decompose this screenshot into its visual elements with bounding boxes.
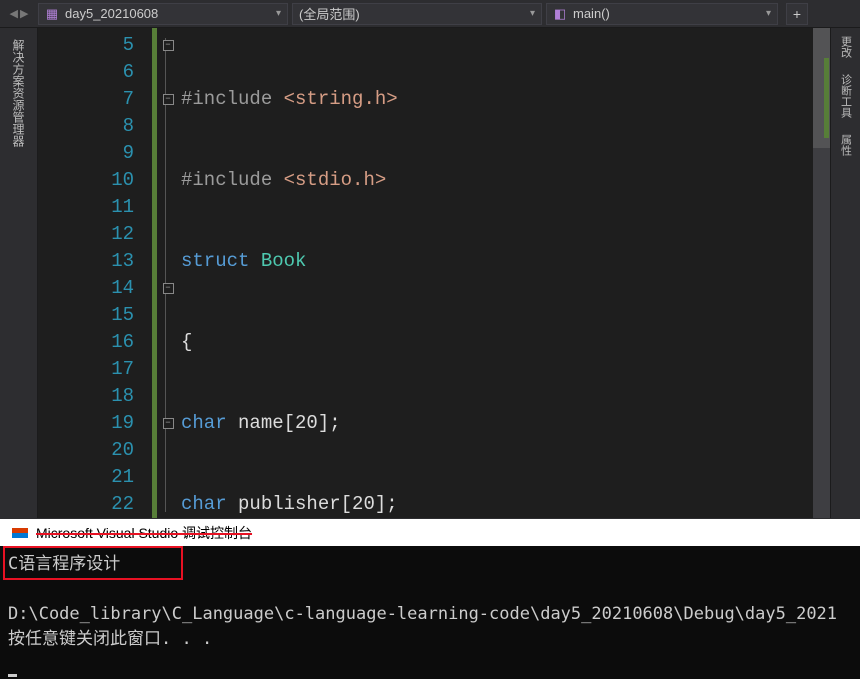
vs-console-icon (12, 526, 28, 540)
code-content[interactable]: #include <string.h> #include <stdio.h> s… (179, 28, 830, 518)
console-path: D:\Code_library\C_Language\c-language-le… (8, 604, 837, 624)
cpp-project-icon: ▦ (45, 7, 59, 21)
console-title-bar: Microsoft Visual Studio 调试控制台 (0, 519, 860, 546)
fold-margin: − − − − (157, 28, 179, 518)
code-editor[interactable]: 567 8910 111213 141516 1718 192021 22 − … (38, 28, 830, 518)
diagnostics-tab[interactable]: 诊断工具 (838, 66, 854, 126)
fold-box-icon[interactable]: − (163, 40, 174, 51)
chevron-down-icon: ▾ (522, 8, 535, 19)
project-name: day5_20210608 (65, 6, 158, 21)
properties-tab[interactable]: 属性 (838, 126, 854, 164)
nav-fwd-icon[interactable]: ▶ (20, 7, 28, 20)
right-tool-rail: 更改 诊断工具 属性 (830, 28, 860, 518)
changes-tab[interactable]: 更改 (838, 28, 854, 66)
project-selector[interactable]: ▦ day5_20210608 ▾ (38, 3, 288, 25)
fold-box-icon[interactable]: − (163, 94, 174, 105)
console-title-text: Microsoft Visual Studio 调试控制台 (36, 523, 252, 543)
fold-box-icon[interactable]: − (163, 418, 174, 429)
chevron-down-icon: ▾ (268, 8, 281, 19)
console-cursor (8, 674, 17, 677)
editor-scrollbar[interactable] (813, 28, 830, 518)
function-icon: ◧ (553, 7, 567, 21)
function-selector[interactable]: ◧ main() ▾ (546, 3, 778, 25)
left-tool-rail: 解决方案资源管理器 (0, 28, 38, 518)
console-prompt: 按任意键关闭此窗口. . . (8, 629, 212, 649)
scope-label: (全局范围) (299, 4, 360, 23)
line-number-gutter: 567 8910 111213 141516 1718 192021 22 (38, 28, 152, 518)
debug-console[interactable]: C语言程序设计 D:\Code_library\C_Language\c-lan… (0, 546, 860, 679)
breadcrumb-bar: ◀ ▶ ▦ day5_20210608 ▾ (全局范围) ▾ ◧ main() … (0, 0, 860, 28)
overview-marker (824, 58, 829, 138)
add-button[interactable]: + (786, 3, 808, 25)
chevron-down-icon: ▾ (758, 8, 771, 19)
function-name: main() (573, 6, 610, 21)
fold-box-icon[interactable]: − (163, 283, 174, 294)
solution-explorer-tab[interactable]: 解决方案资源管理器 (9, 28, 28, 158)
nav-back-icon[interactable]: ◀ (10, 7, 18, 20)
scope-selector[interactable]: (全局范围) ▾ (292, 3, 542, 25)
console-output: C语言程序设计 (8, 554, 120, 574)
